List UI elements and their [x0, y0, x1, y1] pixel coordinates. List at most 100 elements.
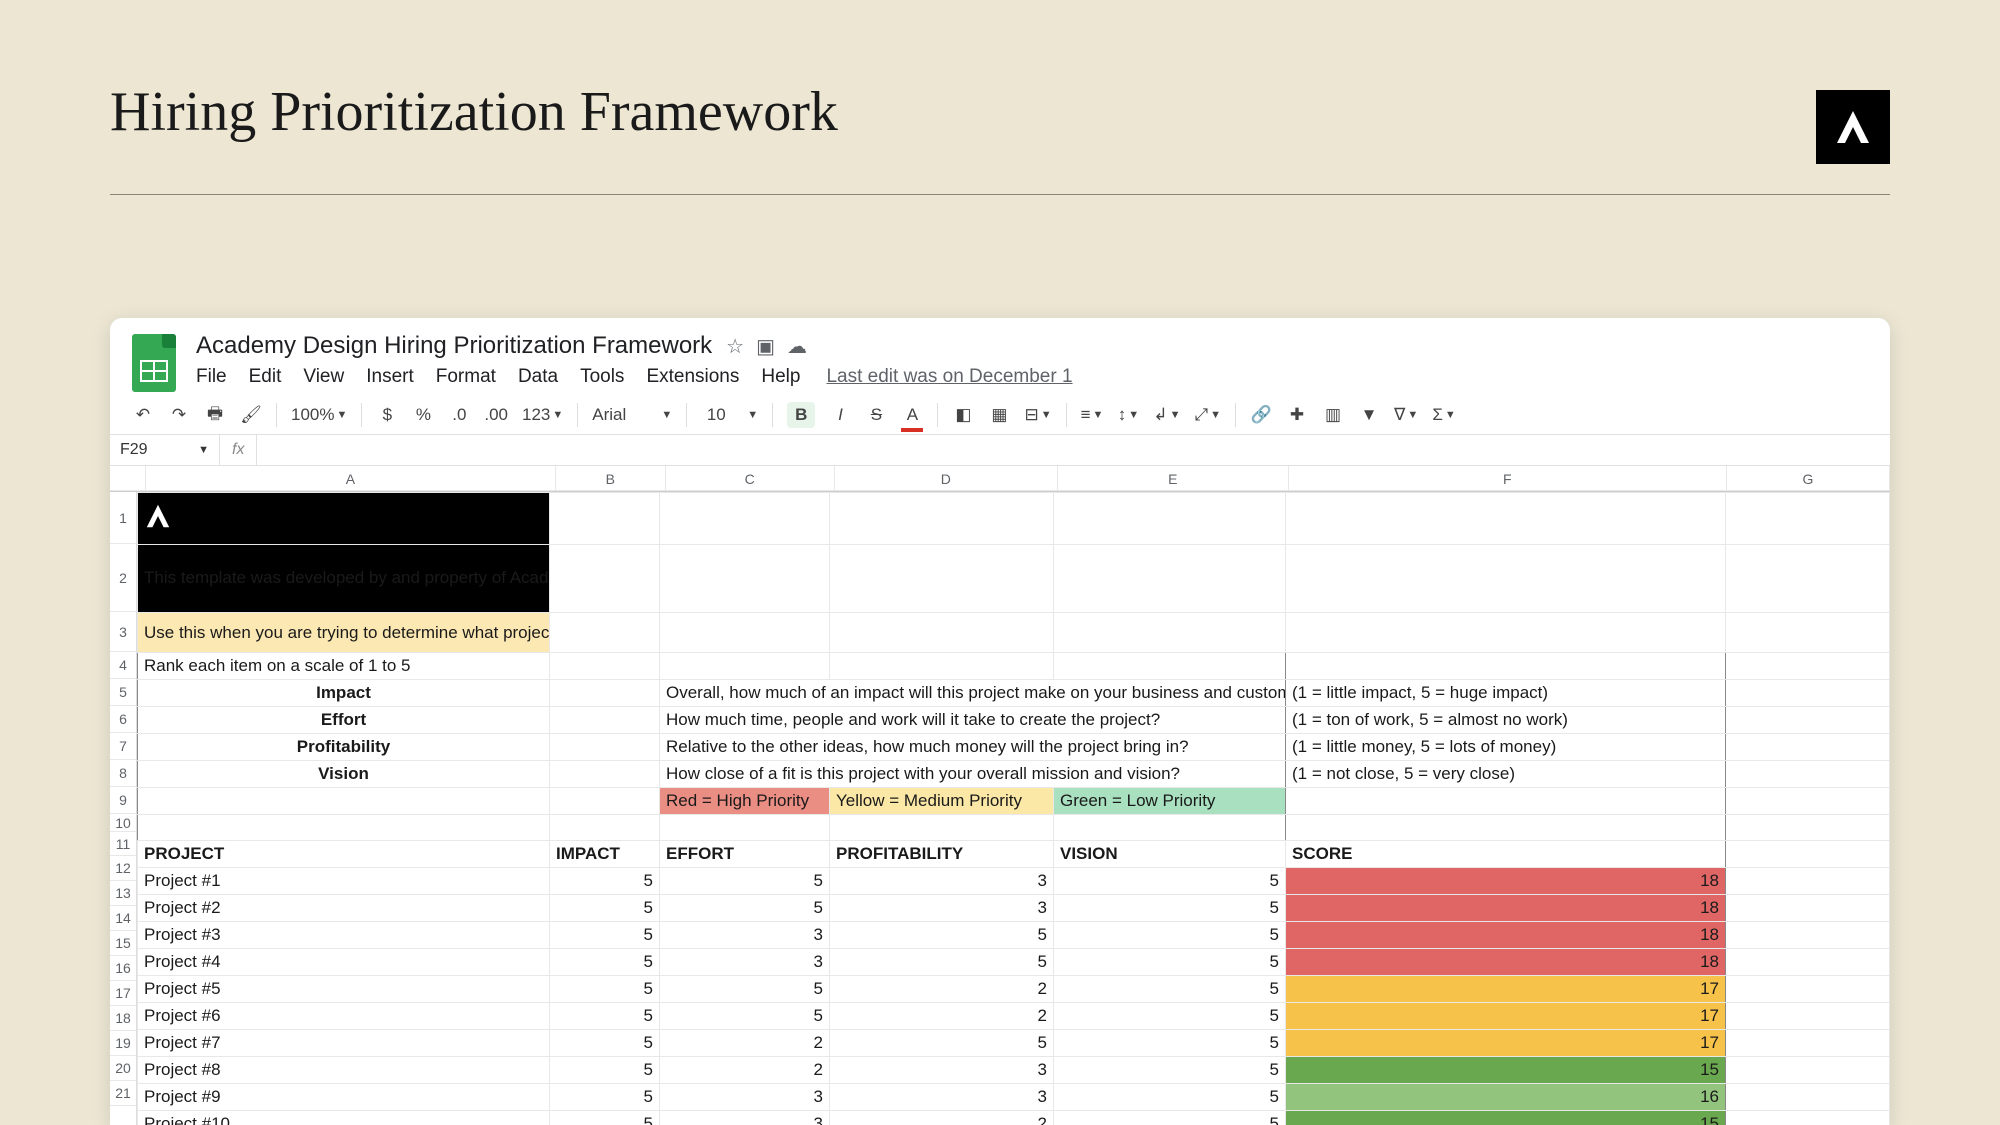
cell-project-name[interactable]: Project #7: [138, 1030, 550, 1057]
legend-high-priority[interactable]: Red = High Priority: [660, 788, 830, 815]
row-header[interactable]: 4: [110, 652, 136, 679]
menu-view[interactable]: View: [303, 366, 344, 388]
cell-score[interactable]: 17: [1286, 1030, 1726, 1057]
cell-score[interactable]: 17: [1286, 1003, 1726, 1030]
factor-profitability-question[interactable]: Relative to the other ideas, how much mo…: [660, 734, 1286, 761]
increase-decimal-icon[interactable]: .00: [484, 402, 508, 428]
cell-project-name[interactable]: Project #9: [138, 1084, 550, 1111]
row-header[interactable]: 16: [110, 956, 136, 981]
last-edit-link[interactable]: Last edit was on December 1: [826, 366, 1072, 388]
text-wrap-dropdown[interactable]: ↲▼: [1153, 402, 1180, 428]
cell-impact[interactable]: 5: [550, 1111, 660, 1125]
filter-views-dropdown[interactable]: ∇▼: [1394, 402, 1418, 428]
factor-profitability[interactable]: Profitability: [138, 734, 550, 761]
cell-impact[interactable]: 5: [550, 1003, 660, 1030]
cell-project-name[interactable]: Project #2: [138, 895, 550, 922]
cell-vision[interactable]: 5: [1054, 976, 1286, 1003]
cell-impact[interactable]: 5: [550, 949, 660, 976]
th-effort[interactable]: EFFORT: [660, 841, 830, 868]
cell-profitability[interactable]: 3: [830, 868, 1054, 895]
table-row[interactable]: Project #2553518: [138, 895, 1890, 922]
cell-vision[interactable]: 5: [1054, 949, 1286, 976]
factor-impact[interactable]: Impact: [138, 680, 550, 707]
italic-button[interactable]: I: [829, 402, 851, 428]
insert-link-icon[interactable]: 🔗: [1250, 402, 1272, 428]
cell-vision[interactable]: 5: [1054, 868, 1286, 895]
factor-impact-question[interactable]: Overall, how much of an impact will this…: [660, 680, 1286, 707]
sheets-app-icon[interactable]: [132, 334, 176, 392]
currency-icon[interactable]: $: [376, 402, 398, 428]
cell-effort[interactable]: 3: [660, 949, 830, 976]
menu-tools[interactable]: Tools: [580, 366, 624, 388]
cell-profitability[interactable]: 3: [830, 895, 1054, 922]
cell-logo[interactable]: [138, 493, 550, 545]
cell-score[interactable]: 18: [1286, 868, 1726, 895]
factor-vision-question[interactable]: How close of a fit is this project with …: [660, 761, 1286, 788]
table-row[interactable]: Project #10532515: [138, 1111, 1890, 1125]
zoom-dropdown[interactable]: 100%▼: [291, 402, 347, 428]
menu-help[interactable]: Help: [761, 366, 800, 388]
table-row[interactable]: Project #9533516: [138, 1084, 1890, 1111]
factor-effort-question[interactable]: How much time, people and work will it t…: [660, 707, 1286, 734]
paint-format-icon[interactable]: 🖌: [240, 402, 262, 428]
horizontal-align-dropdown[interactable]: ≡▼: [1081, 402, 1104, 428]
cell-project-name[interactable]: Project #10: [138, 1111, 550, 1125]
table-row[interactable]: Project #1553518: [138, 868, 1890, 895]
col-header-g[interactable]: G: [1727, 466, 1890, 491]
cell-profitability[interactable]: 5: [830, 949, 1054, 976]
cell-effort[interactable]: 3: [660, 922, 830, 949]
cell-usage-note[interactable]: Use this when you are trying to determin…: [138, 613, 550, 653]
table-row[interactable]: Project #4535518: [138, 949, 1890, 976]
cell-profitability[interactable]: 2: [830, 1003, 1054, 1030]
cell-profitability[interactable]: 3: [830, 1084, 1054, 1111]
factor-impact-scale[interactable]: (1 = little impact, 5 = huge impact): [1286, 680, 1726, 707]
cell-project-name[interactable]: Project #1: [138, 868, 550, 895]
cell-impact[interactable]: 5: [550, 922, 660, 949]
row-header[interactable]: 5: [110, 679, 136, 706]
row-header[interactable]: 12: [110, 856, 136, 881]
cell-impact[interactable]: 5: [550, 895, 660, 922]
table-row[interactable]: Project #5552517: [138, 976, 1890, 1003]
row-header[interactable]: 3: [110, 612, 136, 652]
document-title[interactable]: Academy Design Hiring Prioritization Fra…: [196, 332, 712, 360]
cell-effort[interactable]: 2: [660, 1057, 830, 1084]
cell-effort[interactable]: 5: [660, 895, 830, 922]
star-icon[interactable]: ☆: [726, 334, 744, 359]
row-header[interactable]: 15: [110, 931, 136, 956]
cell-profitability[interactable]: 2: [830, 1111, 1054, 1125]
print-icon[interactable]: 🖶: [204, 402, 226, 428]
cell-effort[interactable]: 5: [660, 1003, 830, 1030]
row-header[interactable]: 8: [110, 760, 136, 787]
cell-profitability[interactable]: 3: [830, 1057, 1054, 1084]
menu-extensions[interactable]: Extensions: [646, 366, 739, 388]
col-header-d[interactable]: D: [835, 466, 1058, 491]
cell-effort[interactable]: 2: [660, 1030, 830, 1057]
table-row[interactable]: Project #7525517: [138, 1030, 1890, 1057]
cell-score[interactable]: 15: [1286, 1111, 1726, 1125]
vertical-align-dropdown[interactable]: ↕▼: [1117, 402, 1139, 428]
cell-effort[interactable]: 5: [660, 976, 830, 1003]
row-header[interactable]: 7: [110, 733, 136, 760]
insert-comment-icon[interactable]: ✚: [1286, 402, 1308, 428]
col-header-c[interactable]: C: [666, 466, 835, 491]
cell-profitability[interactable]: 5: [830, 1030, 1054, 1057]
cell-score[interactable]: 18: [1286, 949, 1726, 976]
cell-score[interactable]: 15: [1286, 1057, 1726, 1084]
row-header[interactable]: 6: [110, 706, 136, 733]
move-icon[interactable]: ▣: [756, 334, 775, 359]
redo-icon[interactable]: ↷: [168, 402, 190, 428]
cell-vision[interactable]: 5: [1054, 1084, 1286, 1111]
filter-icon[interactable]: ▼: [1358, 402, 1380, 428]
strikethrough-button[interactable]: S: [865, 402, 887, 428]
col-header-f[interactable]: F: [1289, 466, 1727, 491]
cell-vision[interactable]: 5: [1054, 895, 1286, 922]
cloud-icon[interactable]: ☁: [787, 334, 807, 359]
col-header-e[interactable]: E: [1058, 466, 1289, 491]
cell-score[interactable]: 17: [1286, 976, 1726, 1003]
cell-score[interactable]: 18: [1286, 922, 1726, 949]
th-project[interactable]: PROJECT: [138, 841, 550, 868]
row-header[interactable]: 2: [110, 544, 136, 612]
menu-file[interactable]: File: [196, 366, 227, 388]
cell-impact[interactable]: 5: [550, 868, 660, 895]
cell-profitability[interactable]: 2: [830, 976, 1054, 1003]
